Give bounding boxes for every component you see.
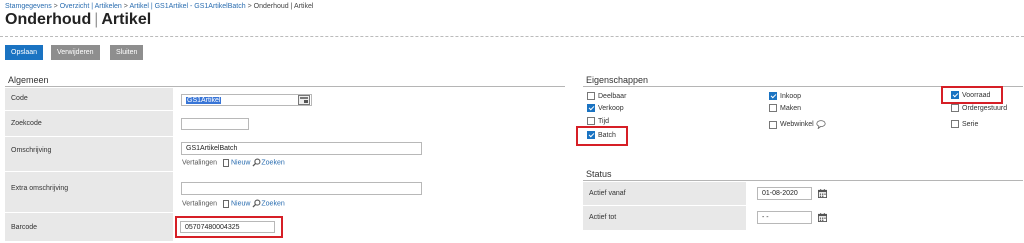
speech-bubble-icon[interactable]	[816, 120, 826, 129]
checkbox-ordergestuurd-label: Ordergestuurd	[962, 104, 1008, 112]
omschrijving-field[interactable]: GS1ArtikelBatch	[181, 142, 422, 155]
actief-vanaf-label: Actief vanaf	[583, 182, 746, 205]
checkbox-voorraad-label: Voorraad	[962, 91, 991, 99]
breadcrumb-link-stamgegevens[interactable]: Stamgegevens	[5, 3, 52, 10]
calendar-icon[interactable]	[818, 189, 827, 198]
new-document-icon[interactable]	[222, 158, 229, 167]
breadcrumb-link-artikel[interactable]: Artikel | GS1Artikel - GS1ArtikelBatch	[129, 3, 245, 10]
checkbox-maken-label: Maken	[780, 104, 802, 112]
delete-button[interactable]: Verwijderen	[51, 45, 100, 60]
checkbox-verkoop-box[interactable]	[587, 104, 595, 112]
checkbox-inkoop-label: Inkoop	[780, 92, 802, 100]
code-field[interactable]: GS1Artikel	[181, 94, 312, 106]
section-eigenschappen-title: Eigenschappen	[586, 75, 649, 85]
close-button[interactable]: Sluiten	[110, 45, 144, 60]
breadcrumb-current: Onderhoud | Artikel	[253, 3, 314, 10]
breadcrumb-separator: >	[53, 3, 58, 10]
checkbox-tijd-label: Tijd	[598, 117, 610, 125]
checkbox-serie-label: Serie	[962, 120, 979, 128]
lookup-icon[interactable]	[298, 95, 310, 105]
section-algemeen-rule	[5, 86, 565, 87]
section-status-rule	[583, 180, 1023, 181]
checkbox-inkoop-box[interactable]	[769, 92, 777, 100]
checkbox-serie-box[interactable]	[951, 120, 959, 128]
vertalingen-row-2: Vertalingen Nieuw Zoeken	[182, 199, 285, 208]
checkbox-voorraad[interactable]: Voorraad	[951, 91, 990, 99]
vertalingen-label: Vertalingen	[182, 159, 218, 167]
breadcrumb-separator: >	[247, 3, 252, 10]
checkbox-deelbaar-label: Deelbaar	[598, 92, 627, 100]
checkbox-webwinkel[interactable]: Webwinkel	[769, 120, 826, 129]
actief-tot-label: Actief tot	[583, 206, 746, 230]
actief-tot-field[interactable]: - -	[757, 211, 812, 224]
extra-omschrijving-field[interactable]	[181, 182, 422, 195]
vertalingen-row: Vertalingen Nieuw Zoeken	[182, 158, 285, 167]
checkbox-verkoop[interactable]: Verkoop	[587, 104, 624, 112]
checkbox-maken-box[interactable]	[769, 104, 777, 112]
vertalingen-label: Vertalingen	[182, 200, 218, 208]
code-label: Code	[5, 88, 173, 110]
new-document-icon[interactable]	[222, 199, 229, 208]
zoekcode-label: Zoekcode	[5, 111, 173, 136]
breadcrumb-link-artikelen[interactable]: Overzicht | Artikelen	[60, 3, 122, 10]
checkbox-batch-box[interactable]	[587, 131, 595, 139]
header-divider	[0, 36, 1024, 37]
checkbox-batch-label: Batch	[598, 131, 616, 139]
actief-vanaf-field[interactable]: 01-08-2020	[757, 187, 812, 200]
checkbox-serie[interactable]: Serie	[951, 120, 978, 128]
checkbox-inkoop[interactable]: Inkoop	[769, 92, 801, 100]
checkbox-tijd-box[interactable]	[587, 117, 595, 125]
checkbox-ordergestuurd-box[interactable]	[951, 104, 959, 112]
omschrijving-label: Omschrijving	[5, 137, 173, 171]
checkbox-verkoop-label: Verkoop	[598, 104, 624, 112]
checkbox-voorraad-box[interactable]	[951, 91, 959, 99]
nieuw-link[interactable]: Nieuw	[231, 200, 250, 207]
save-button[interactable]: Opslaan	[5, 45, 44, 60]
checkbox-batch[interactable]: Batch	[587, 131, 616, 139]
checkbox-tijd[interactable]: Tijd	[587, 117, 609, 125]
checkbox-webwinkel-box[interactable]	[769, 120, 777, 129]
barcode-label: Barcode	[5, 213, 173, 241]
checkbox-webwinkel-label: Webwinkel	[780, 121, 814, 129]
extra-omschrijving-label: Extra omschrijving	[5, 172, 173, 212]
zoeken-link[interactable]: Zoeken	[261, 159, 284, 166]
checkbox-maken[interactable]: Maken	[769, 104, 801, 112]
barcode-field[interactable]: 05707480004325	[180, 221, 275, 233]
breadcrumb: Stamgegevens > Overzicht | Artikelen > A…	[5, 3, 313, 10]
calendar-icon[interactable]	[818, 213, 827, 222]
checkbox-deelbaar-box[interactable]	[587, 92, 595, 100]
checkbox-ordergestuurd[interactable]: Ordergestuurd	[951, 104, 1007, 112]
page-title-part2: Artikel	[101, 11, 152, 28]
code-value: GS1Artikel	[186, 97, 222, 104]
breadcrumb-separator: >	[123, 3, 128, 10]
page-title-part1: Onderhoud	[5, 11, 92, 28]
zoekcode-field[interactable]	[181, 118, 249, 130]
zoeken-link[interactable]: Zoeken	[261, 200, 284, 207]
section-algemeen-title: Algemeen	[8, 75, 49, 85]
section-status-title: Status	[586, 169, 612, 179]
checkbox-deelbaar[interactable]: Deelbaar	[587, 92, 626, 100]
title-divider: |	[94, 11, 99, 28]
page-title: Onderhoud | Artikel	[5, 11, 151, 29]
nieuw-link[interactable]: Nieuw	[231, 159, 250, 166]
